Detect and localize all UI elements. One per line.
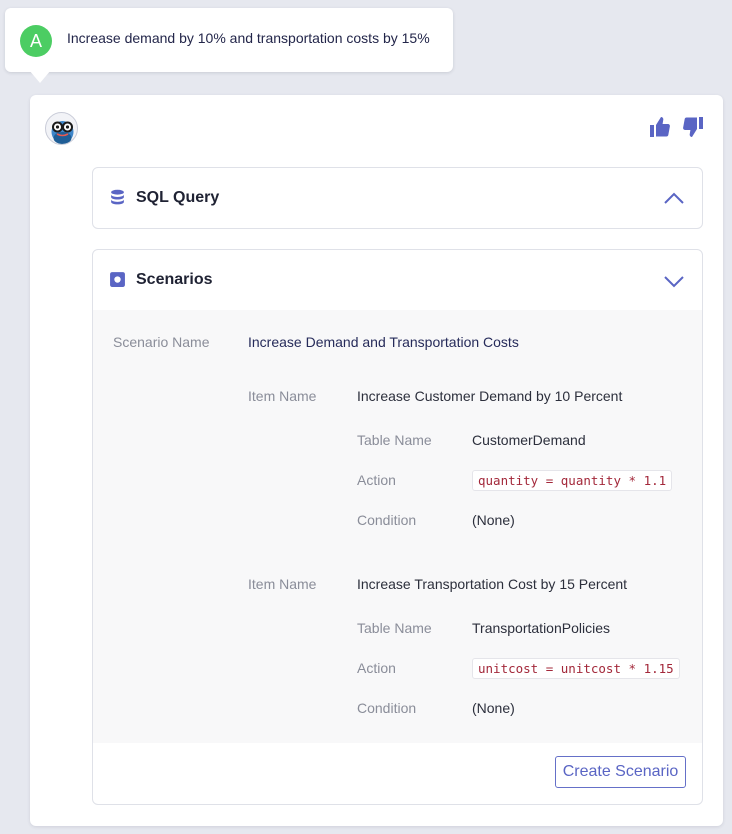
condition-label: Condition (357, 512, 417, 528)
feedback-buttons (648, 115, 705, 139)
chat-page: A Increase demand by 10% and transportat… (0, 0, 732, 834)
square-dot-icon (110, 272, 125, 287)
table-name-value: TransportationPolicies (472, 620, 610, 636)
scenarios-body: Scenario Name Increase Demand and Transp… (93, 310, 702, 743)
sql-query-panel: SQL Query (92, 167, 703, 229)
sql-query-header[interactable]: SQL Query (93, 168, 702, 228)
chevron-up-icon[interactable] (663, 188, 685, 210)
action-code: quantity = quantity * 1.1 (472, 470, 673, 491)
table-name-label: Table Name (357, 432, 432, 448)
user-message-text: Increase demand by 10% and transportatio… (67, 30, 430, 46)
sql-query-title: SQL Query (136, 189, 220, 206)
user-avatar: A (20, 25, 52, 57)
scenarios-panel: Scenarios Scenario Name Increase Demand … (92, 249, 703, 805)
item-name-value: Increase Customer Demand by 10 Percent (357, 388, 623, 404)
create-scenario-button[interactable]: Create Scenario (555, 756, 686, 788)
scenario-name-value: Increase Demand and Transportation Costs (248, 334, 519, 350)
action-code: unitcost = unitcost * 1.15 (472, 658, 680, 679)
user-message-bubble: A Increase demand by 10% and transportat… (5, 8, 453, 83)
scenarios-title: Scenarios (136, 271, 213, 288)
condition-value: (None) (472, 512, 515, 528)
scenario-name-label: Scenario Name (113, 334, 210, 350)
item-name-label: Item Name (248, 576, 317, 592)
thumbs-up-icon[interactable] (648, 115, 672, 139)
database-icon (111, 189, 124, 205)
scenarios-header[interactable]: Scenarios (93, 250, 702, 310)
condition-label: Condition (357, 700, 417, 716)
item-name-value: Increase Transportation Cost by 15 Perce… (357, 576, 628, 592)
chevron-down-icon[interactable] (663, 270, 685, 292)
assistant-message-card: SQL Query Scenarios Scenario Name Increa… (30, 95, 723, 826)
condition-value: (None) (472, 700, 515, 716)
action-label: Action (357, 472, 396, 488)
assistant-avatar (45, 112, 78, 145)
table-name-value: CustomerDemand (472, 432, 586, 448)
table-name-label: Table Name (357, 620, 432, 636)
thumbs-down-icon[interactable] (681, 115, 705, 139)
action-label: Action (357, 660, 396, 676)
item-name-label: Item Name (248, 388, 317, 404)
bubble-tail (29, 70, 51, 83)
